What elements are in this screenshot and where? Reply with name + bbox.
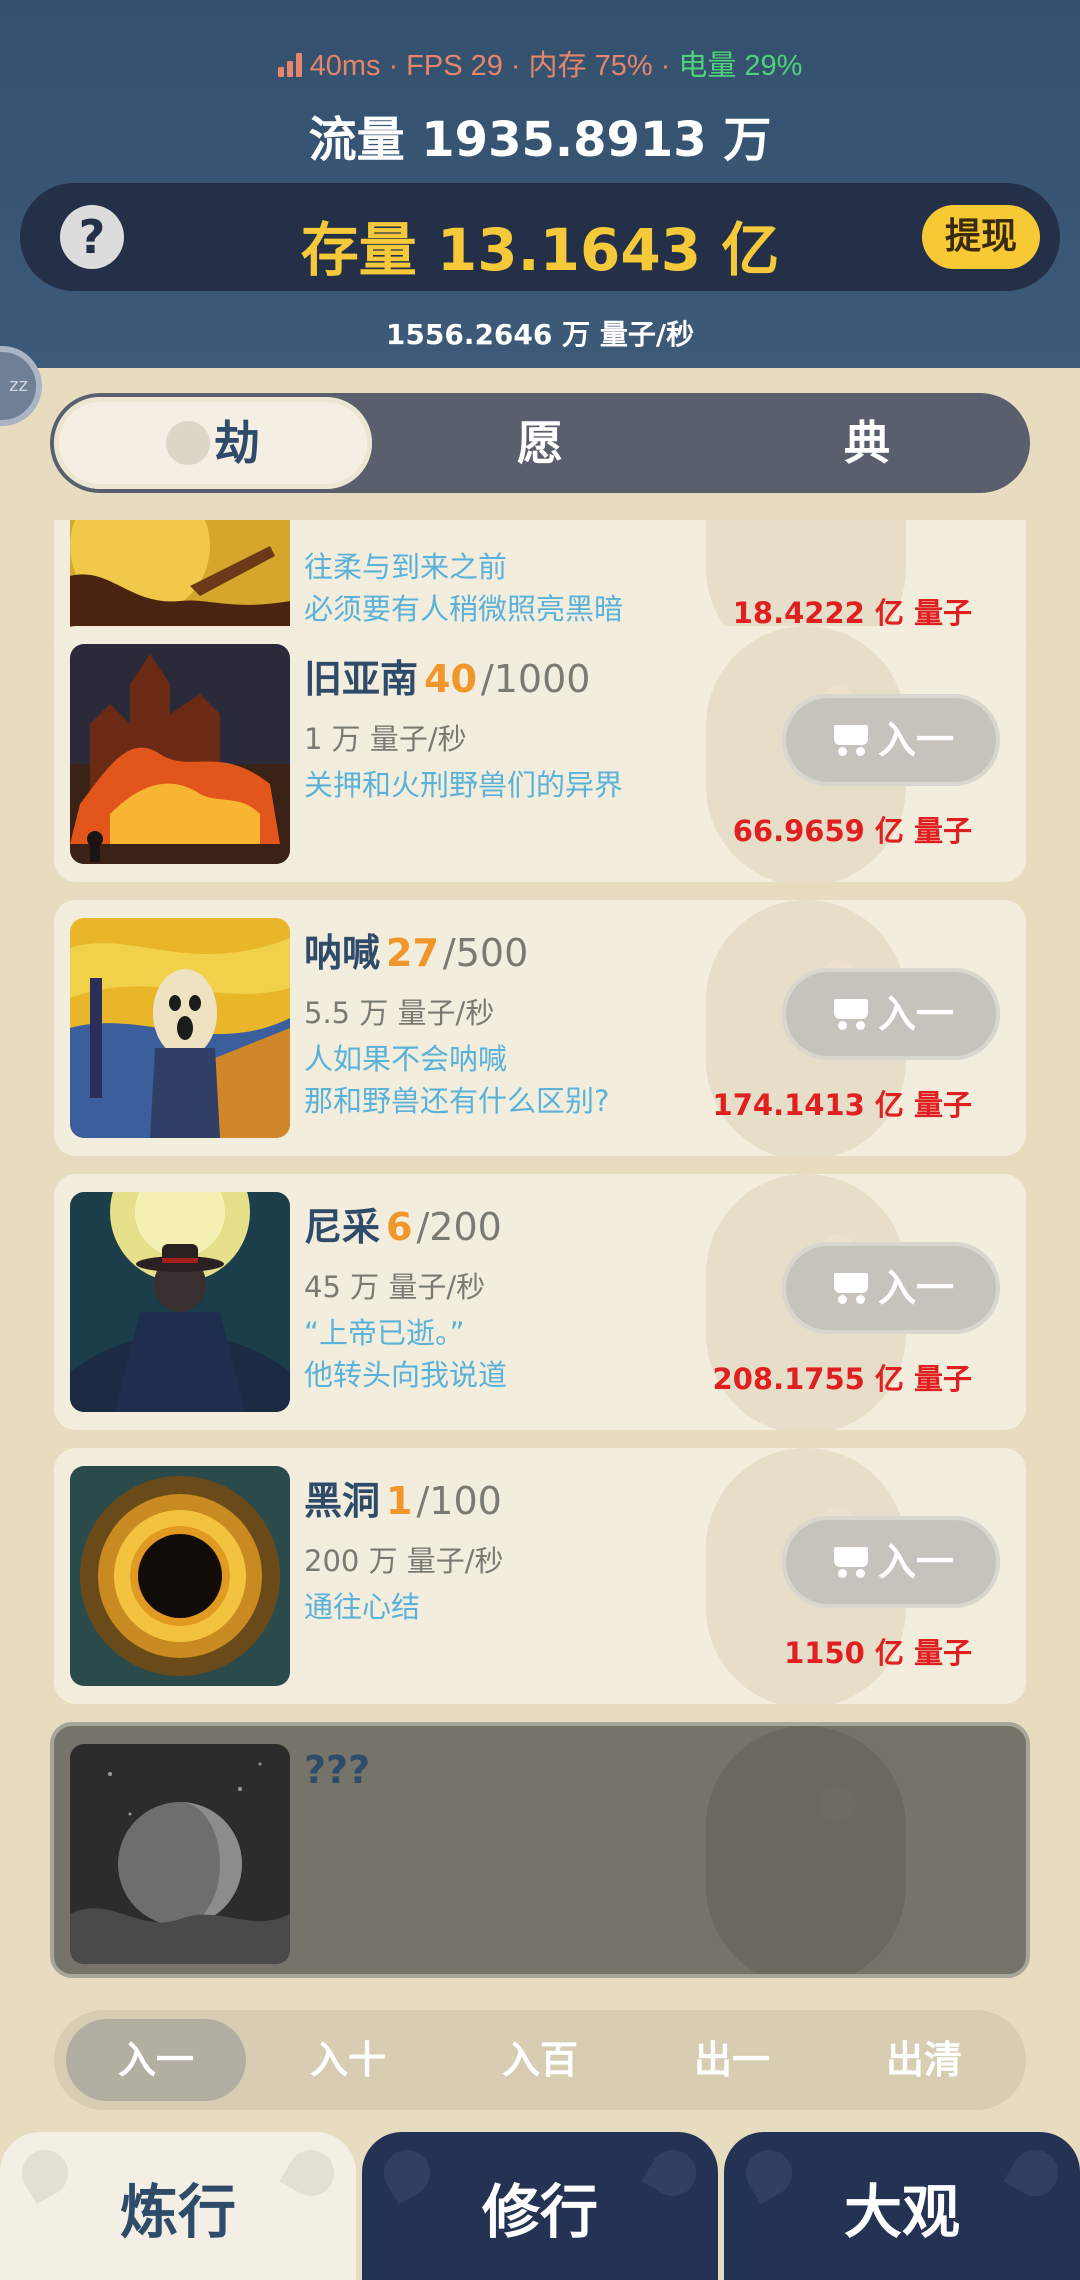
buy-button[interactable]: 入一 xyxy=(782,1242,1000,1334)
item-image xyxy=(70,918,290,1138)
nav-lianxing[interactable]: 炼行 xyxy=(0,2132,356,2280)
shopping-cart-icon xyxy=(828,1269,872,1304)
item-description: 关押和火刑野兽们的异界 xyxy=(304,768,624,802)
item-production: 1 万 量子/秒 xyxy=(304,722,467,756)
signal-bars-icon xyxy=(277,53,304,77)
nav-daguan[interactable]: 大观 xyxy=(724,2132,1080,2280)
tab-dian[interactable]: 典 xyxy=(704,393,1030,493)
list-item: 尼采 6/200 45 万 量子/秒 “上帝已逝。” 他转头向我说道 入一 208… xyxy=(54,1174,1026,1430)
leaf-icon xyxy=(375,2141,439,2205)
locked-list-item: ??? xyxy=(50,1722,1030,1978)
item-description: “上帝已逝。” 他转头向我说道 xyxy=(304,1316,508,1392)
item-title: 尼采 6/200 xyxy=(304,1205,502,1249)
leaf-icon xyxy=(737,2141,801,2205)
item-price: 208.1755 亿 量子 xyxy=(712,1362,972,1396)
item-image xyxy=(70,1744,290,1964)
flow-value: 流量 1935.8913 万 xyxy=(308,112,772,168)
item-production: 5.5 万 量子/秒 xyxy=(304,996,495,1030)
qty-sell-all[interactable]: 出清 xyxy=(834,2019,1014,2101)
item-image xyxy=(70,1192,290,1412)
memory-text: 内存 75% xyxy=(528,50,653,82)
leaf-icon xyxy=(641,2141,705,2205)
item-description: 通往心结 xyxy=(304,1590,421,1624)
item-description: 往柔与到来之前 必须要有人稍微照亮黑暗 xyxy=(304,550,624,626)
qty-sell-one[interactable]: 出一 xyxy=(642,2019,822,2101)
item-title: ??? xyxy=(304,1748,371,1792)
performance-status: 40ms · FPS 29 · 内存 75% · 电量 29% xyxy=(0,42,1080,84)
leaf-icon xyxy=(13,2141,77,2205)
nav-xiuxing[interactable]: 修行 xyxy=(362,2132,718,2280)
list-item: 黑洞 1/100 200 万 量子/秒 通往心结 入一 1150 亿 量子 xyxy=(54,1448,1026,1704)
item-production: 45 万 量子/秒 xyxy=(304,1270,486,1304)
tab-yuan[interactable]: 愿 xyxy=(377,393,703,493)
qty-buy-one[interactable]: 入一 xyxy=(66,2019,246,2101)
shopping-cart-icon xyxy=(828,995,872,1030)
buy-button[interactable]: 入一 xyxy=(782,1516,1000,1608)
header: 40ms · FPS 29 · 内存 75% · 电量 29% 流量 1935.8913 万… xyxy=(0,0,1080,368)
shopping-cart-icon xyxy=(828,1543,872,1578)
battery-text: 电量 29% xyxy=(678,50,803,82)
category-tabs: 劫 愿 典 xyxy=(50,393,1030,493)
item-image xyxy=(70,1466,290,1686)
buy-button[interactable]: 入一 xyxy=(782,694,1000,786)
buy-button[interactable]: 入一 xyxy=(782,968,1000,1060)
quantity-selector: 入一 入十 入百 出一 出清 xyxy=(54,2010,1026,2110)
qty-buy-ten[interactable]: 入十 xyxy=(258,2019,438,2101)
item-list[interactable]: 往柔与到来之前 必须要有人稍微照亮黑暗 18.4222 亿 量子 旧亚南 40/1… xyxy=(0,520,1080,1980)
moon-icon xyxy=(166,421,210,465)
item-title: 旧亚南 40/1000 xyxy=(304,657,591,701)
withdraw-button[interactable]: 提现 xyxy=(922,205,1040,269)
item-title: 呐喊 27/500 xyxy=(304,931,529,975)
bottom-nav: 炼行 修行 大观 xyxy=(0,2132,1080,2280)
item-price: 1150 亿 量子 xyxy=(784,1636,972,1670)
tab-jie[interactable]: 劫 xyxy=(54,397,372,489)
stock-value: 存量 13.1643 亿 xyxy=(300,216,780,284)
item-price: 174.1413 亿 量子 xyxy=(712,1088,972,1122)
latency-text: 40ms xyxy=(309,50,381,82)
fps-text: FPS 29 xyxy=(406,50,503,82)
item-description: 人如果不会呐喊 那和野兽还有什么区别? xyxy=(304,1042,610,1118)
item-title: 黑洞 1/100 xyxy=(304,1479,502,1523)
item-image xyxy=(70,644,290,864)
leaf-icon xyxy=(279,2141,343,2205)
production-rate: 1556.2646 万 量子/秒 xyxy=(385,318,695,351)
stock-bar: ? 存量 13.1643 亿 提现 xyxy=(20,183,1060,291)
shopping-cart-icon xyxy=(828,721,872,756)
list-item: 呐喊 27/500 5.5 万 量子/秒 人如果不会呐喊 那和野兽还有什么区别? … xyxy=(54,900,1026,1156)
list-item: 旧亚南 40/1000 1 万 量子/秒 关押和火刑野兽们的异界 入一 66.96… xyxy=(54,626,1026,882)
qty-buy-hundred[interactable]: 入百 xyxy=(450,2019,630,2101)
item-price: 66.9659 亿 量子 xyxy=(732,814,972,848)
leaf-icon xyxy=(1003,2141,1067,2205)
item-production: 200 万 量子/秒 xyxy=(304,1544,504,1578)
